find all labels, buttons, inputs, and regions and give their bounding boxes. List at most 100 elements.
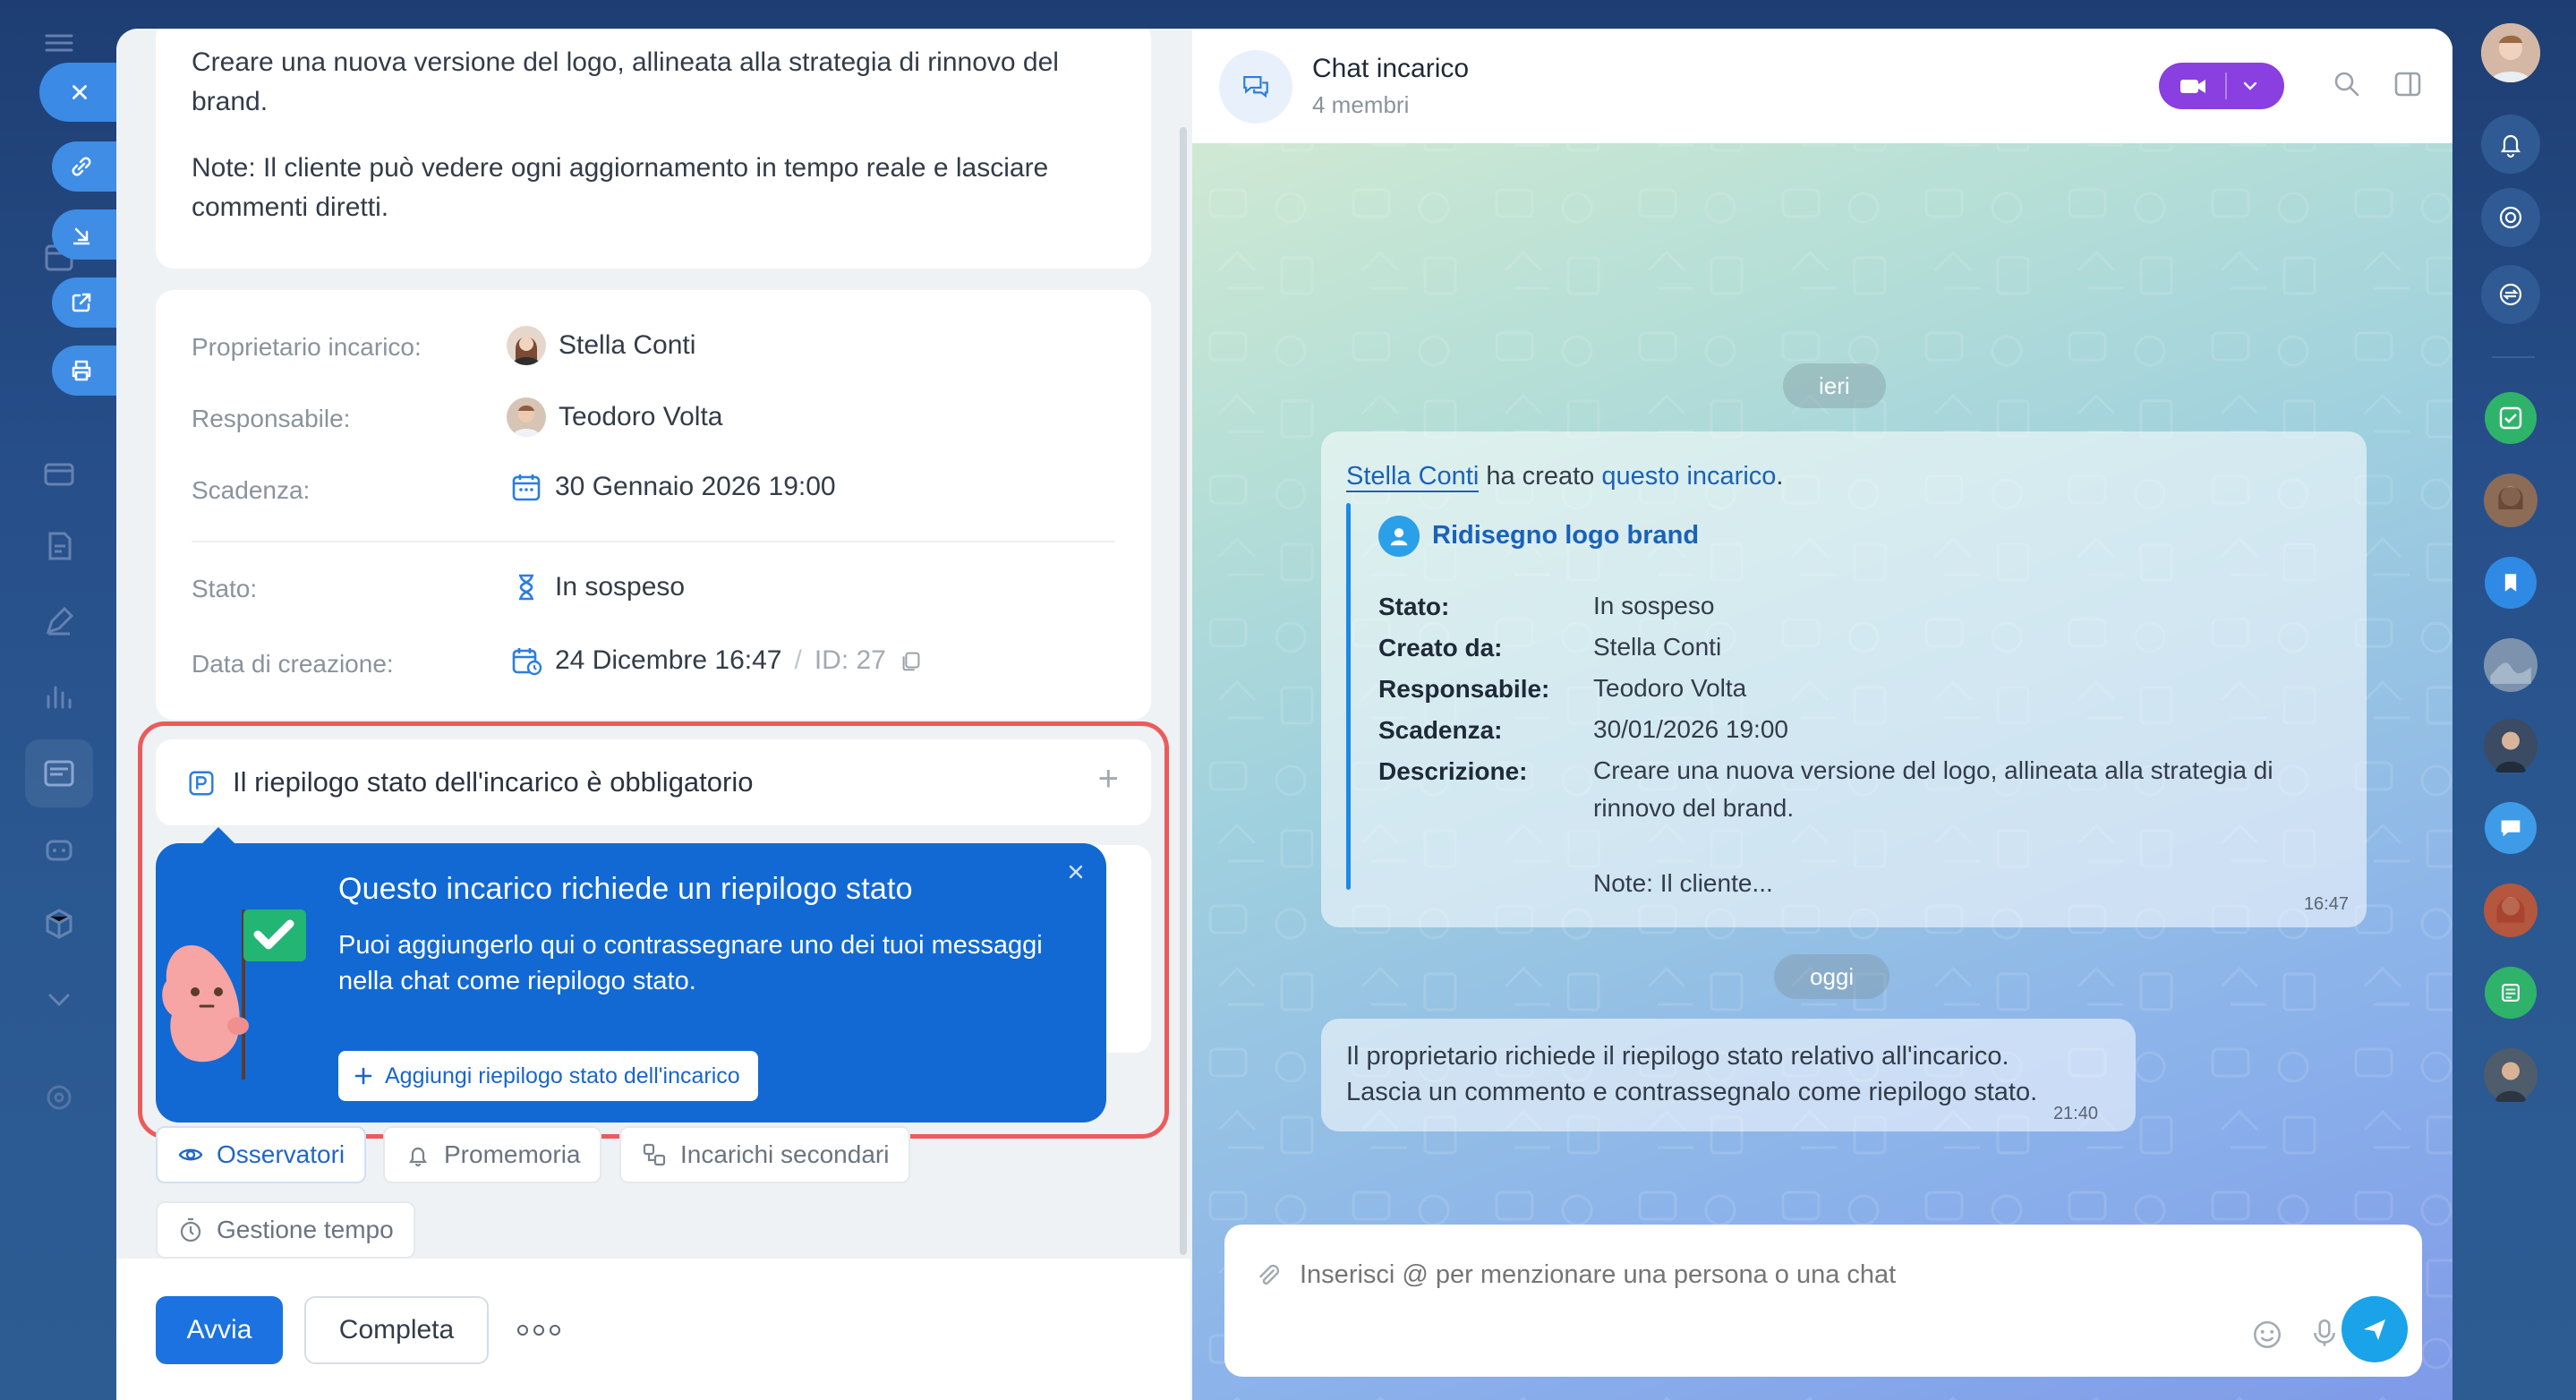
hourglass-icon <box>519 574 533 601</box>
card-icon[interactable] <box>39 455 79 494</box>
chat-avatar[interactable] <box>1219 50 1292 124</box>
deadline-label: Scadenza: <box>192 476 311 504</box>
chevron-down-icon <box>2243 81 2257 90</box>
message-text: Il proprietario richiede il riepilogo st… <box>1346 1042 2038 1106</box>
deadline-value[interactable]: 30 Gennaio 2026 19:00 <box>510 471 836 503</box>
pen-icon[interactable] <box>39 602 79 641</box>
paperclip-icon[interactable] <box>1253 1260 1284 1291</box>
contact-avatar-2[interactable] <box>2481 636 2540 695</box>
news-button[interactable] <box>2481 963 2540 1022</box>
send-button[interactable] <box>2341 1296 2408 1362</box>
copilot-button[interactable] <box>2481 188 2540 247</box>
quote-bar <box>1346 503 1351 890</box>
scrollbar[interactable] <box>1180 127 1187 1255</box>
close-slider-button[interactable] <box>39 63 120 122</box>
print-button[interactable] <box>52 346 118 396</box>
task-window: Creare una nuova versione del logo, alli… <box>116 29 2452 1400</box>
right-rail <box>2452 0 2576 1400</box>
row-key-deadline: Scadenza: <box>1378 716 1503 744</box>
cube-icon[interactable] <box>39 904 79 943</box>
chat-message-task-created[interactable]: Stella Conti ha creato questo incarico. … <box>1321 431 2367 927</box>
printer-icon <box>72 360 91 381</box>
subtasks-icon <box>643 1143 666 1166</box>
search-icon[interactable] <box>2331 68 2363 100</box>
assignee-value[interactable]: Teodoro Volta <box>507 397 722 437</box>
general-chat-button[interactable] <box>2481 798 2540 858</box>
message-composer[interactable] <box>1224 1225 2422 1377</box>
row-key-created-by: Creato da: <box>1378 634 1503 662</box>
chat-bubbles-icon <box>1243 76 1268 98</box>
task-avatar-icon <box>1378 516 1420 557</box>
message-input[interactable] <box>1300 1250 2195 1300</box>
document-edit-icon[interactable] <box>39 526 79 566</box>
row-value-description-note: Note: Il cliente... <box>1593 869 1773 897</box>
owner-value[interactable]: Stella Conti <box>507 326 695 365</box>
status-value: In sospeso <box>510 571 685 603</box>
task-link[interactable]: questo incarico <box>1601 462 1776 491</box>
microphone-icon[interactable] <box>2307 1316 2341 1350</box>
row-value-created-by: Stella Conti <box>1593 633 1722 661</box>
observers-chip[interactable]: Osservatori <box>156 1126 367 1183</box>
complete-button[interactable]: Completa <box>304 1296 489 1364</box>
message-time: 16:47 <box>2303 894 2349 914</box>
copy-icon[interactable] <box>899 648 924 673</box>
chevron-down-icon[interactable] <box>39 979 79 1019</box>
row-value-status: In sospeso <box>1593 592 1715 619</box>
reminders-chip[interactable]: Promemoria <box>383 1126 602 1183</box>
video-camera-icon <box>2180 80 2205 93</box>
time-tracking-chip[interactable]: Gestione tempo <box>156 1201 415 1259</box>
saved-messages-button[interactable] <box>2481 553 2540 612</box>
assignee-avatar <box>507 397 546 437</box>
contact-avatar-5[interactable] <box>2481 1046 2540 1105</box>
contact-avatar-1[interactable] <box>2481 471 2540 530</box>
bookmark-icon <box>2504 574 2517 592</box>
contact-avatar-4[interactable] <box>2481 881 2540 940</box>
task-id: ID: 27 <box>814 645 886 675</box>
author-link[interactable]: Stella Conti <box>1346 462 1480 492</box>
status-label: Stato: <box>192 575 258 602</box>
emoji-icon[interactable] <box>2250 1318 2284 1352</box>
owner-avatar <box>507 326 546 365</box>
chat-members[interactable]: 4 membri <box>1312 91 1409 119</box>
task-details-pane: Creare una nuova versione del logo, alli… <box>116 29 1190 1400</box>
eye-icon <box>178 1148 203 1161</box>
message-time: 21:40 <box>2052 1104 2098 1123</box>
menu-icon[interactable] <box>39 23 79 63</box>
sidebar-toggle-icon[interactable] <box>2392 68 2424 100</box>
chat-message-summary-request[interactable]: Il proprietario richiede il riepilogo st… <box>1321 1019 2136 1131</box>
contact-avatar-3[interactable] <box>2481 716 2540 775</box>
task-note: Note: Il cliente può vedere ogni aggiorn… <box>192 153 1049 222</box>
send-icon <box>2364 1319 2385 1340</box>
download-button[interactable] <box>52 209 118 260</box>
checkbox-icon <box>2499 406 2522 430</box>
close-icon <box>73 85 87 99</box>
task-card-title[interactable]: Ridisegno logo brand <box>1432 521 1699 551</box>
link-icon <box>72 157 91 176</box>
row-value-description: Creare una nuova versione del logo, alli… <box>1593 756 2273 784</box>
highlight-frame <box>138 721 1169 1139</box>
date-separator-yesterday: ieri <box>1783 363 1886 408</box>
chat-bubble-icon <box>2501 820 2521 837</box>
start-button[interactable]: Avvia <box>156 1296 283 1364</box>
sync-button[interactable] <box>2481 265 2540 324</box>
subtasks-chip[interactable]: Incarichi secondari <box>619 1126 911 1183</box>
tasks-chat-button[interactable] <box>2481 388 2540 448</box>
chart-icon[interactable] <box>39 677 79 716</box>
user-avatar[interactable] <box>2481 23 2540 82</box>
sidebar-active-item[interactable] <box>25 739 93 807</box>
owner-label: Proprietario incarico: <box>192 333 422 361</box>
settings-icon[interactable] <box>39 1078 79 1117</box>
message-header: Stella Conti ha creato questo incarico. <box>1346 462 1784 492</box>
chat-header: Chat incarico 4 membri <box>1192 29 2452 143</box>
more-options-button[interactable] <box>517 1316 564 1345</box>
newspaper-icon <box>2502 984 2520 1002</box>
calendar-icon <box>512 474 541 501</box>
open-new-window-button[interactable] <box>52 277 118 328</box>
assignee-label: Responsabile: <box>192 405 351 432</box>
copy-link-button[interactable] <box>52 141 118 192</box>
video-call-button[interactable] <box>2159 63 2284 109</box>
chat-title: Chat incarico <box>1312 54 1470 83</box>
notifications-button[interactable] <box>2481 115 2540 174</box>
robot-icon[interactable] <box>39 829 79 868</box>
description-card: Creare una nuova versione del logo, alli… <box>156 29 1151 269</box>
